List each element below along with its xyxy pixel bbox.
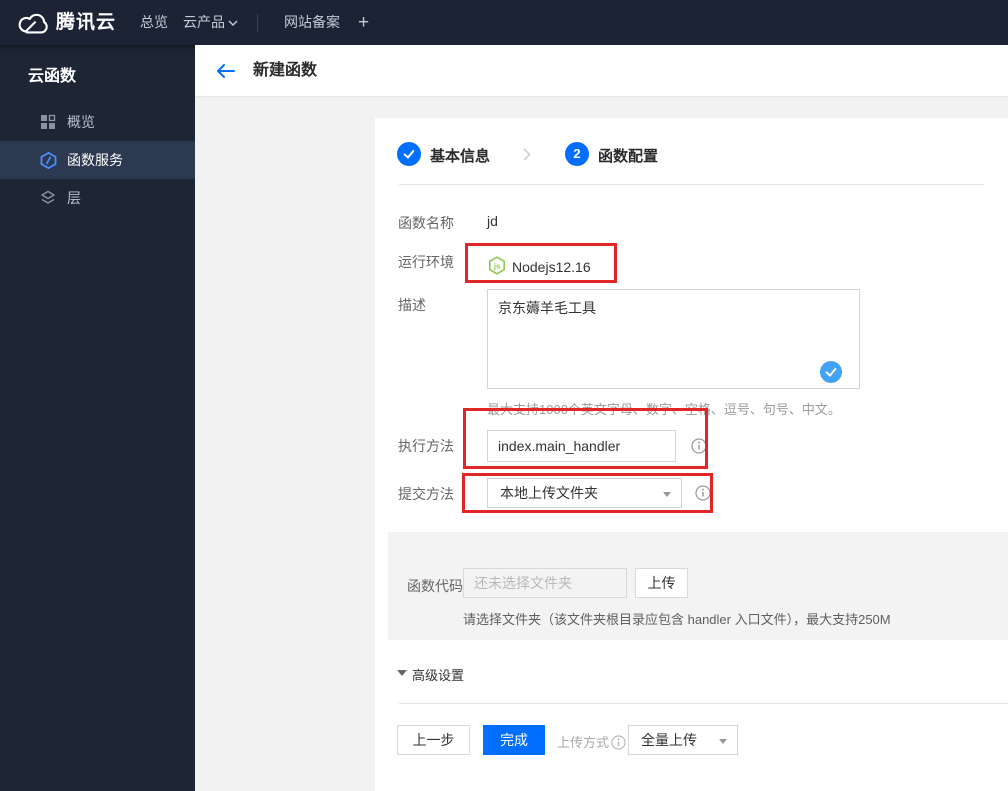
sidebar-item-layers[interactable]: 层 [0, 179, 195, 217]
nav-divider [257, 14, 258, 32]
upload-mode-label: 上传方式 [557, 732, 626, 751]
check-icon [825, 367, 837, 377]
chevron-down-icon [228, 20, 238, 26]
advanced-settings-label: 高级设置 [412, 668, 465, 683]
check-icon [403, 149, 415, 159]
upload-button[interactable]: 上传 [635, 568, 688, 598]
sidebar-item-overview[interactable]: 概览 [0, 103, 195, 141]
sidebar-item-label: 概览 [67, 114, 95, 130]
upload-mode-select[interactable]: 全量上传 [628, 725, 738, 755]
step-chevron-icon [523, 148, 531, 161]
function-code-label: 函数代码* [407, 576, 470, 596]
finish-button[interactable]: 完成 [483, 725, 545, 755]
upload-mode-value: 全量上传 [641, 732, 697, 748]
svg-text:js: js [493, 261, 500, 270]
nav-item-icp[interactable]: 网站备案 [284, 0, 340, 45]
sidebar-item-label: 层 [67, 190, 81, 206]
info-icon[interactable] [695, 485, 711, 501]
sidebar-title: 云函数 [28, 68, 77, 85]
nav-item-cloud-products[interactable]: 云产品 [183, 0, 225, 45]
grid-icon [41, 114, 56, 129]
handler-input[interactable] [487, 430, 676, 462]
runtime-value: Nodejs12.16 [512, 259, 591, 275]
step1-done-circle [397, 142, 421, 166]
page-title: 新建函数 [253, 62, 318, 79]
brand-name[interactable]: 腾讯云 [56, 0, 116, 45]
info-icon[interactable] [611, 735, 626, 750]
handler-label: 执行方法 [398, 438, 454, 454]
step2-number-circle: 2 [565, 142, 589, 166]
sidebar: 云函数 概览 函数服务 层 [0, 45, 195, 791]
folder-path-input [463, 568, 627, 598]
step1-label: 基本信息 [430, 148, 491, 165]
steps-divider [399, 184, 984, 185]
new-function-panel: 基本信息 2 函数配置 函数名称 jd 运行环境 js Nodejs12.16 … [375, 118, 1008, 791]
function-name-label: 函数名称 [398, 215, 454, 231]
nav-add-tab-button[interactable]: + [358, 0, 369, 45]
sidebar-item-label: 函数服务 [67, 152, 123, 168]
submit-method-value: 本地上传文件夹 [500, 485, 598, 501]
tencent-cloud-logo-icon[interactable] [14, 9, 50, 36]
runtime-label: 运行环境 [398, 254, 454, 270]
description-textarea[interactable]: 京东薅羊毛工具 [487, 289, 860, 389]
step2-label: 函数配置 [598, 148, 659, 165]
page-header: 新建函数 [195, 45, 1008, 97]
valid-check-badge [820, 361, 842, 383]
function-code-section: 函数代码* 上传 请选择文件夹（该文件夹根目录应包含 handler 入口文件）… [388, 532, 1008, 640]
triangle-down-icon [397, 670, 407, 676]
previous-step-button[interactable]: 上一步 [397, 725, 470, 755]
submit-method-select[interactable]: 本地上传文件夹 [487, 478, 682, 508]
info-icon[interactable] [691, 438, 707, 454]
submit-method-label: 提交方法 [398, 486, 454, 502]
select-caret-icon [719, 739, 727, 744]
top-nav-bar: 腾讯云 总览 云产品 网站备案 + [0, 0, 1008, 45]
description-label: 描述 [398, 297, 426, 313]
nodejs-icon: js [488, 256, 506, 275]
back-arrow-icon[interactable] [215, 63, 235, 79]
select-caret-icon [663, 492, 671, 497]
layers-icon [41, 190, 55, 204]
footer-divider [399, 703, 1008, 704]
sidebar-item-function-service[interactable]: 函数服务 [0, 141, 195, 179]
scf-hexagon-icon [40, 152, 57, 169]
description-hint: 最大支持1000个英文字母、数字、空格、逗号、句号、中文。 [487, 402, 841, 417]
function-code-hint: 请选择文件夹（该文件夹根目录应包含 handler 入口文件），最大支持250M [463, 612, 891, 627]
app-window: 腾讯云 总览 云产品 网站备案 + 云函数 概览 函数服务 层 新建函数 基本信… [0, 0, 1008, 791]
nav-item-overview[interactable]: 总览 [140, 0, 168, 45]
function-name-value: jd [487, 213, 498, 229]
